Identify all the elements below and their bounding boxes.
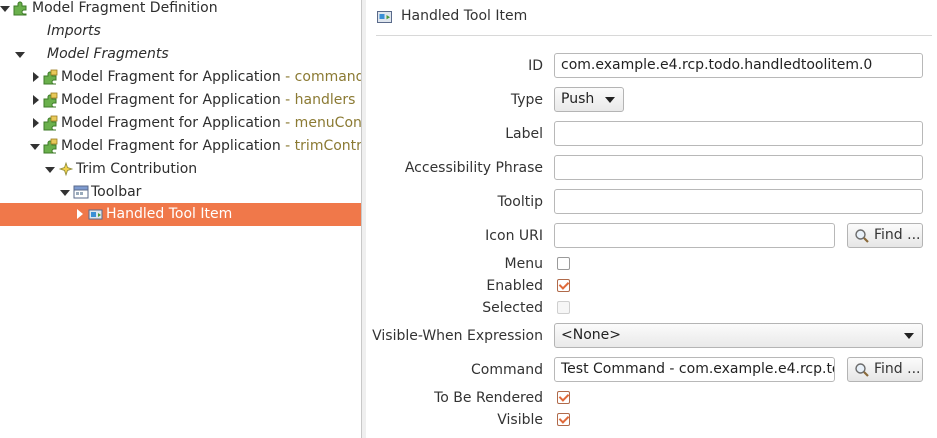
tree-item-label: Imports — [47, 23, 101, 39]
collapse-arrow-icon[interactable] — [60, 190, 70, 196]
collapse-arrow-icon[interactable] — [15, 52, 25, 58]
fragment-icon — [43, 138, 58, 154]
tree-item-label: Trim Contribution — [76, 161, 198, 177]
chevron-down-icon — [605, 97, 615, 103]
search-icon — [855, 363, 869, 377]
tree-item-fragment-commands[interactable]: Model Fragment for Application - command… — [0, 66, 361, 89]
type-dropdown[interactable]: Push — [554, 87, 624, 112]
visible-label: Visible — [497, 412, 543, 428]
icon-uri-label: Icon URI — [485, 228, 543, 244]
selected-checkbox[interactable] — [557, 301, 570, 314]
visible-when-dropdown[interactable]: <None> — [554, 323, 923, 348]
icon-uri-find-button[interactable]: Find ... — [847, 223, 923, 248]
collapse-arrow-icon[interactable] — [0, 6, 10, 12]
tool-item-icon — [88, 209, 103, 220]
puzzle-icon — [13, 1, 27, 16]
tree-item-description: - commands — [285, 69, 361, 85]
model-tree[interactable]: Model Fragment Definition Imports Model … — [0, 0, 361, 438]
tooltip-label: Tooltip — [497, 194, 543, 210]
tree-item-label: Model Fragment for Application — [61, 115, 281, 131]
to-be-rendered-label: To Be Rendered — [434, 390, 543, 406]
tree-item-description: - handlers (x — [285, 92, 361, 108]
accessibility-label: Accessibility Phrase — [404, 160, 543, 176]
tree-item-model-fragments[interactable]: Model Fragments — [0, 43, 361, 66]
editor-title: Handled Tool Item — [401, 8, 528, 24]
tree-item-label: Model Fragment Definition — [32, 0, 218, 16]
tool-item-icon — [377, 11, 392, 23]
accessibility-field[interactable] — [554, 155, 923, 180]
enabled-label: Enabled — [486, 278, 543, 294]
label-label: Label — [505, 126, 543, 142]
fragment-icon — [43, 115, 58, 131]
expand-arrow-icon[interactable] — [33, 95, 39, 105]
fragment-icon — [43, 92, 58, 108]
tree-item-label: Model Fragment for Application — [61, 92, 281, 108]
find-label: Find ... — [874, 227, 921, 243]
tree-item-description: - trimContri — [280, 138, 361, 154]
tree-item-fragment-trimcontributions[interactable]: Model Fragment for Application - trimCon… — [0, 135, 361, 158]
tree-item-fragment-handlers[interactable]: Model Fragment for Application - handler… — [0, 89, 361, 112]
tree-item-description: - menuContr — [285, 115, 361, 131]
tree-item-label: Model Fragment for Application — [61, 138, 281, 154]
expand-arrow-icon[interactable] — [33, 72, 39, 82]
find-label: Find ... — [874, 361, 921, 377]
enabled-checkbox[interactable] — [557, 279, 570, 292]
command-find-button[interactable]: Find ... — [847, 357, 923, 382]
collapse-arrow-icon[interactable] — [30, 144, 40, 150]
menu-label: Menu — [504, 256, 543, 272]
tree-item-fragment-menucontributions[interactable]: Model Fragment for Application - menuCon… — [0, 112, 361, 135]
command-field[interactable]: Test Command - com.example.e4.rcp.to — [554, 357, 835, 382]
selected-label: Selected — [482, 300, 543, 316]
tree-item-label: Handled Tool Item — [106, 206, 233, 222]
trim-icon — [58, 161, 74, 177]
tree-item-label: Model Fragment for Application — [61, 69, 281, 85]
header-separator — [376, 35, 932, 36]
visible-when-value: <None> — [561, 327, 621, 343]
command-label: Command — [471, 362, 543, 378]
expand-arrow-icon[interactable] — [33, 118, 39, 128]
type-label: Type — [510, 92, 543, 108]
label-field[interactable] — [554, 121, 923, 146]
chevron-down-icon — [904, 333, 914, 339]
menu-checkbox[interactable] — [557, 257, 570, 270]
search-icon — [855, 229, 869, 243]
tooltip-field[interactable] — [554, 189, 923, 214]
expand-arrow-icon[interactable] — [77, 209, 83, 219]
tree-item-model-fragment-definition[interactable]: Model Fragment Definition — [0, 0, 361, 20]
tree-item-trim-contribution[interactable]: Trim Contribution — [0, 158, 361, 181]
tree-item-label: Model Fragments — [47, 46, 169, 62]
to-be-rendered-checkbox[interactable] — [557, 391, 570, 404]
tree-item-imports[interactable]: Imports — [0, 20, 361, 43]
collapse-arrow-icon[interactable] — [45, 167, 55, 173]
tree-item-handled-tool-item[interactable]: Handled Tool Item — [0, 203, 361, 226]
visible-checkbox[interactable] — [557, 413, 570, 426]
tree-item-toolbar[interactable]: Toolbar — [0, 181, 361, 204]
editor-form: Handled Tool Item ID com.example.e4.rcp.… — [366, 0, 937, 438]
id-field[interactable]: com.example.e4.rcp.todo.handledtoolitem.… — [554, 53, 923, 78]
type-value: Push — [561, 91, 595, 107]
fragment-icon — [43, 69, 58, 85]
tree-item-label: Toolbar — [91, 184, 142, 200]
toolbar-icon — [73, 185, 89, 199]
icon-uri-field[interactable] — [554, 223, 835, 248]
visible-when-label: Visible-When Expression — [372, 328, 543, 344]
id-label: ID — [528, 58, 543, 74]
